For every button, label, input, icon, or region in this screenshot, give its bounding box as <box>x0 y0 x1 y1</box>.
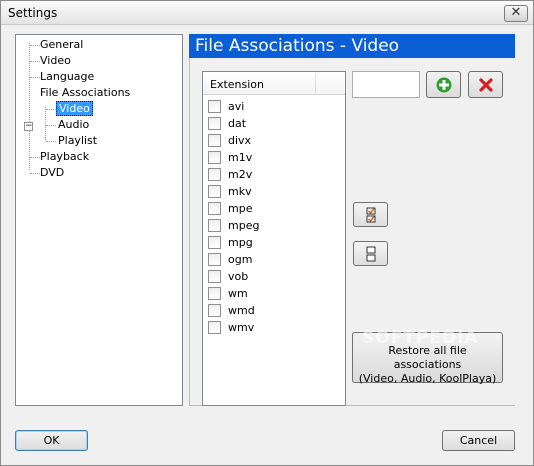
uncheck-all-icon <box>366 246 376 262</box>
checkbox[interactable] <box>208 151 221 164</box>
tree-item-fa-video[interactable]: Video <box>56 101 93 116</box>
remove-extension-button[interactable] <box>468 71 503 98</box>
red-x-icon <box>479 78 493 92</box>
tree-item-fa-audio[interactable]: Audio <box>56 117 91 132</box>
checkbox[interactable] <box>208 100 221 113</box>
window-title: Settings <box>8 6 58 20</box>
tree-item-file-associations[interactable]: File Associations <box>38 85 132 100</box>
restore-line-2: (Video, Audio, KoolPlaya) <box>358 372 497 385</box>
checkbox[interactable] <box>208 219 221 232</box>
check-all-button[interactable] <box>353 202 388 227</box>
restore-associations-button[interactable]: Restore all file associations (Video, Au… <box>352 332 503 385</box>
title-bar[interactable]: Settings ✕ <box>1 1 533 25</box>
checkbox[interactable] <box>208 202 221 215</box>
tree-item-dvd[interactable]: DVD <box>38 165 66 180</box>
checkbox[interactable] <box>208 185 221 198</box>
close-icon: ✕ <box>510 5 522 20</box>
close-button[interactable]: ✕ <box>504 5 528 22</box>
check-all-icon <box>366 207 376 223</box>
extension-header-label: Extension <box>210 78 265 91</box>
extension-list[interactable]: Extension avi dat divx m1v m2v mkv mpe m… <box>202 71 346 406</box>
checkbox[interactable] <box>208 253 221 266</box>
cancel-button[interactable]: Cancel <box>442 430 515 451</box>
extension-input[interactable] <box>352 71 420 98</box>
uncheck-all-button[interactable] <box>353 241 388 266</box>
add-extension-button[interactable] <box>426 71 461 98</box>
column-divider[interactable] <box>315 74 316 93</box>
page-title: File Associations - Video <box>189 34 515 58</box>
settings-tree[interactable]: − General Video Language File Associatio… <box>15 34 183 406</box>
tree-item-language[interactable]: Language <box>38 69 96 84</box>
collapse-icon[interactable]: − <box>24 122 33 131</box>
checkbox[interactable] <box>208 117 221 130</box>
checkbox[interactable] <box>208 304 221 317</box>
ok-button[interactable]: OK <box>15 430 88 451</box>
checkbox[interactable] <box>208 287 221 300</box>
checkbox[interactable] <box>208 134 221 147</box>
restore-line-1: Restore all file associations <box>388 344 467 371</box>
checkbox[interactable] <box>208 321 221 334</box>
checkbox[interactable] <box>208 236 221 249</box>
tree-item-fa-playlist[interactable]: Playlist <box>56 133 99 148</box>
tree-item-video[interactable]: Video <box>38 53 73 68</box>
extension-column-header[interactable]: Extension <box>203 72 345 95</box>
tree-item-playback[interactable]: Playback <box>38 149 91 164</box>
tree-item-general[interactable]: General <box>38 37 85 52</box>
checkbox[interactable] <box>208 270 221 283</box>
green-plus-icon <box>436 77 452 93</box>
checkbox[interactable] <box>208 168 221 181</box>
